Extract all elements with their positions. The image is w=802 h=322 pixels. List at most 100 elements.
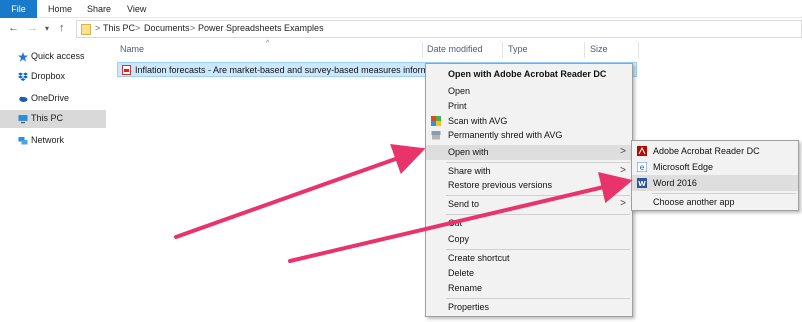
menu-item-share-with[interactable]: Share with > (426, 164, 632, 179)
avg-scan-icon (431, 116, 441, 126)
menu-item-delete[interactable]: Delete (426, 266, 632, 281)
context-menu: Open with Adobe Acrobat Reader DC Open P… (425, 63, 633, 317)
submenu-item-label: Word 2016 (653, 178, 697, 188)
menu-item-shred-avg[interactable]: Permanently shred with AVG (426, 128, 632, 143)
column-header-date[interactable]: Date modified (427, 44, 483, 54)
menu-item-label: Properties (448, 302, 490, 312)
menu-separator (446, 214, 630, 215)
sort-ascending-icon: ^ (266, 40, 270, 47)
menu-item-properties[interactable]: Properties (426, 300, 632, 315)
breadcrumb-this-pc[interactable]: This PC (103, 23, 135, 33)
sidebar-item-label: This PC (31, 113, 64, 123)
menu-item-restore-versions[interactable]: Restore previous versions (426, 178, 632, 193)
submenu-item-label: Choose another app (653, 197, 735, 207)
submenu-item-choose-app[interactable]: Choose another app (632, 194, 798, 210)
chevron-right-icon: > (620, 198, 626, 209)
menu-item-label: Open with (448, 147, 489, 157)
menu-item-rename[interactable]: Rename (426, 281, 632, 296)
dropbox-icon (18, 72, 28, 81)
menu-item-label: Cut (448, 218, 463, 228)
up-arrow-icon[interactable]: ↑ (59, 22, 65, 34)
star-icon (18, 52, 28, 62)
submenu-item-acrobat[interactable]: Adobe Acrobat Reader DC (632, 143, 798, 159)
sidebar-item-this-pc[interactable]: This PC (0, 110, 106, 128)
column-header-size[interactable]: Size (590, 44, 608, 54)
menu-item-create-shortcut[interactable]: Create shortcut (426, 251, 632, 266)
column-divider[interactable] (422, 42, 423, 58)
shredder-icon (431, 131, 441, 140)
tab-home[interactable]: Home (48, 0, 72, 18)
svg-text:e: e (640, 163, 645, 172)
word-icon: W (637, 178, 647, 188)
menu-item-label: Restore previous versions (448, 180, 553, 190)
pdf-file-icon (122, 65, 131, 75)
sidebar-item-network[interactable]: Network (0, 132, 106, 150)
column-header-type[interactable]: Type (508, 44, 528, 54)
submenu-item-edge[interactable]: e Microsoft Edge (632, 159, 798, 175)
sidebar-item-label: Quick access (31, 51, 85, 61)
column-divider[interactable] (638, 42, 639, 58)
tab-view[interactable]: View (127, 0, 146, 18)
menu-item-scan-avg[interactable]: Scan with AVG (426, 114, 632, 129)
menu-item-label: Send to (448, 199, 480, 209)
menu-item-open-with[interactable]: Open with > (426, 145, 632, 160)
svg-text:W: W (638, 180, 646, 188)
cloud-icon (19, 96, 28, 102)
menu-item-open[interactable]: Open (426, 84, 632, 99)
menu-item-label: Permanently shred with AVG (448, 130, 563, 140)
navigation-pane: Quick access Dropbox OneDrive This PC Ne… (0, 40, 106, 322)
menu-separator (446, 249, 630, 250)
folder-icon (81, 24, 91, 35)
forward-arrow-icon[interactable]: → (27, 22, 38, 34)
column-header-name[interactable]: Name (120, 44, 144, 54)
menu-separator (446, 195, 630, 196)
menu-item-label: Open (448, 86, 471, 96)
menu-item-label: Create shortcut (448, 253, 510, 263)
sidebar-item-label: Network (31, 135, 65, 145)
menu-separator (446, 162, 630, 163)
tab-share[interactable]: Share (87, 0, 111, 18)
menu-separator (446, 298, 630, 299)
network-icon (18, 137, 28, 145)
ribbon: File Home Share View (0, 0, 802, 18)
address-bar[interactable]: > This PC > Documents > Power Spreadshee… (76, 20, 802, 38)
back-arrow-icon[interactable]: ← (8, 22, 19, 34)
menu-item-open-with-acrobat[interactable]: Open with Adobe Acrobat Reader DC (426, 67, 632, 82)
menu-item-label: Open with Adobe Acrobat Reader DC (448, 69, 607, 79)
submenu-item-label: Adobe Acrobat Reader DC (653, 146, 760, 156)
menu-item-label: Print (448, 101, 467, 111)
file-name: Inflation forecasts - Are market-based a… (135, 65, 448, 75)
edge-browser-icon: e (637, 162, 647, 172)
tab-file[interactable]: File (0, 0, 37, 18)
menu-item-cut[interactable]: Cut (426, 216, 632, 231)
menu-item-label: Copy (448, 234, 470, 244)
computer-icon (18, 115, 28, 124)
menu-item-label: Scan with AVG (448, 116, 508, 126)
chevron-right-icon: > (620, 165, 626, 176)
breadcrumb-separator[interactable]: > (95, 23, 100, 33)
menu-item-label: Delete (448, 268, 475, 278)
menu-item-print[interactable]: Print (426, 99, 632, 114)
open-with-submenu: Adobe Acrobat Reader DC e Microsoft Edge… (631, 140, 799, 211)
menu-item-send-to[interactable]: Send to > (426, 197, 632, 212)
sidebar-item-quick-access[interactable]: Quick access (0, 48, 106, 66)
sidebar-item-dropbox[interactable]: Dropbox (0, 68, 106, 86)
column-divider[interactable] (584, 42, 585, 58)
navigation-bar: ← → ▾ ↑ > This PC > Documents > Power Sp… (0, 18, 802, 40)
sidebar-item-label: OneDrive (31, 93, 70, 103)
column-divider[interactable] (502, 42, 503, 58)
sidebar-item-label: Dropbox (31, 71, 66, 81)
recent-dropdown-icon[interactable]: ▾ (45, 24, 49, 33)
breadcrumb-separator[interactable]: > (190, 23, 195, 33)
chevron-right-icon: > (620, 146, 626, 157)
menu-item-copy[interactable]: Copy (426, 232, 632, 247)
breadcrumb-folder[interactable]: Power Spreadsheets Examples (198, 23, 324, 33)
submenu-item-label: Microsoft Edge (653, 162, 714, 172)
submenu-item-word[interactable]: W Word 2016 (632, 175, 798, 191)
menu-item-label: Rename (448, 283, 483, 293)
menu-item-label: Share with (448, 166, 491, 176)
acrobat-reader-icon (637, 146, 647, 156)
breadcrumb-separator[interactable]: > (135, 23, 140, 33)
breadcrumb-documents[interactable]: Documents (144, 23, 190, 33)
sidebar-item-onedrive[interactable]: OneDrive (0, 90, 106, 108)
